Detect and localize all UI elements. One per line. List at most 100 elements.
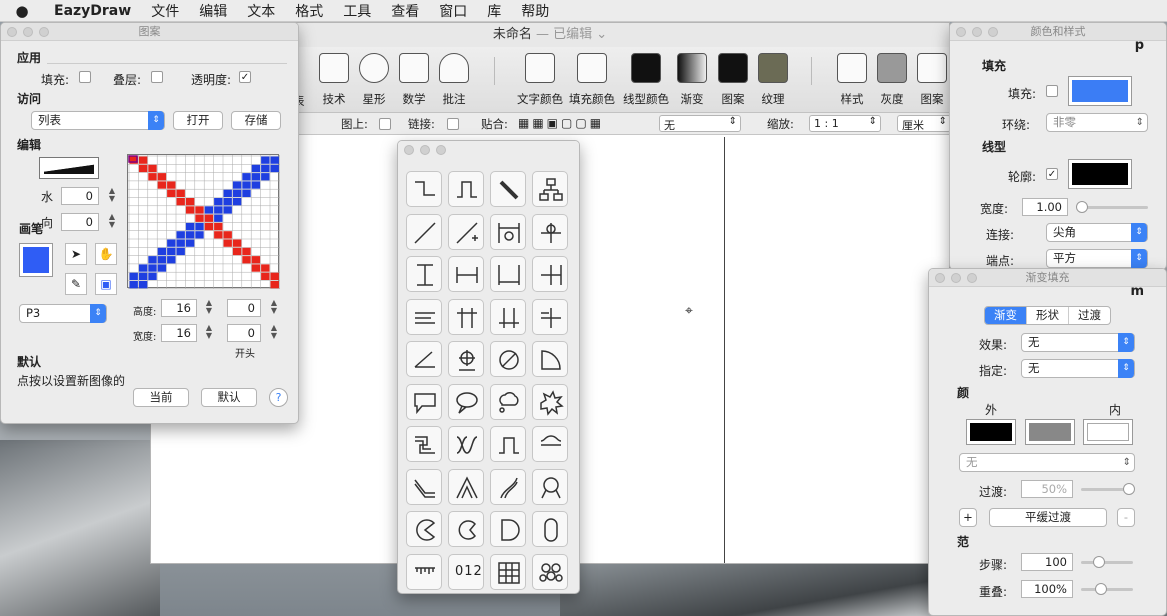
menu-view[interactable]: 查看 <box>381 1 429 21</box>
tool-fill-color[interactable]: 填充颜色 <box>561 53 623 107</box>
fill-checkbox[interactable] <box>1046 85 1058 97</box>
shape-dimension-horizontal-icon[interactable] <box>448 256 484 292</box>
height-offset-stepper[interactable]: ▲ ▼ <box>269 299 279 317</box>
pencil-tool-icon[interactable]: ✎ <box>65 273 87 295</box>
cap-select[interactable]: 平方 ⇕ <box>1046 249 1148 268</box>
colorspace-select[interactable]: P3 ⇕ <box>19 304 107 323</box>
tool-texture[interactable]: 纹理 <box>742 53 804 107</box>
fill-checkbox[interactable] <box>79 71 91 83</box>
current-button[interactable]: 当前 <box>133 388 189 407</box>
shape-pipe-corner-icon[interactable] <box>448 468 484 505</box>
height-stepper[interactable]: ▲ ▼ <box>204 299 214 317</box>
width-slider[interactable] <box>1076 201 1148 213</box>
stroke-checkbox[interactable]: ✓ <box>1046 168 1058 180</box>
middle-color-swatch[interactable] <box>1025 419 1075 445</box>
shape-burst-bubble-icon[interactable] <box>532 383 568 420</box>
line-preview[interactable] <box>39 157 99 179</box>
shape-half-circle-cut-icon[interactable] <box>448 511 484 547</box>
default-button[interactable]: 默认 <box>201 388 257 407</box>
tab-transition[interactable]: 过渡 <box>1069 307 1110 324</box>
shape-dimension-cross-icon[interactable] <box>532 298 568 335</box>
shape-dimension-bracket-icon[interactable] <box>490 256 526 292</box>
water-field[interactable]: 0 <box>61 187 99 205</box>
save-button[interactable]: 存储 <box>231 111 281 130</box>
shape-pipe-bridge-icon[interactable] <box>532 426 568 462</box>
shape-dimension-left-cross-icon[interactable] <box>406 298 442 335</box>
list-select[interactable]: 列表 ⇕ <box>31 111 165 130</box>
shape-thought-bubble-icon[interactable] <box>490 383 526 420</box>
height-field[interactable]: 16 <box>161 299 197 317</box>
add-stop-button[interactable]: + <box>959 508 977 527</box>
unit-select[interactable]: 厘米 <box>897 115 951 132</box>
menu-tools[interactable]: 工具 <box>333 1 381 21</box>
shape-dimension-right-icon[interactable] <box>532 256 568 292</box>
remove-stop-button[interactable]: - <box>1117 508 1135 527</box>
menu-edit[interactable]: 编辑 <box>189 1 237 21</box>
stroke-color-swatch[interactable] <box>1068 159 1132 189</box>
steps-field[interactable]: 100 <box>1021 553 1073 571</box>
shape-pipe-bend-icon[interactable] <box>406 468 442 505</box>
menu-library[interactable]: 库 <box>477 1 511 21</box>
shape-pipe-arch-icon[interactable] <box>490 426 526 462</box>
shape-diagonal-line-plus-icon[interactable] <box>448 213 484 250</box>
snap-select[interactable]: 无 <box>659 115 741 132</box>
link-checkbox[interactable] <box>447 117 459 130</box>
shape-ruler-icon[interactable] <box>406 553 442 590</box>
apple-menu-icon[interactable]: ● <box>0 2 44 20</box>
help-button[interactable]: ? <box>269 388 288 407</box>
join-select[interactable]: 尖角 ⇕ <box>1046 223 1148 242</box>
shape-angle-measure-icon[interactable] <box>406 341 442 377</box>
shape-hex-grid-icon[interactable] <box>532 553 568 590</box>
fill-color-swatch[interactable] <box>1068 76 1132 106</box>
water-stepper[interactable]: ▲ ▼ <box>107 187 117 205</box>
direction-field[interactable]: 0 <box>61 213 99 231</box>
shape-radius-measure-icon[interactable] <box>532 341 568 377</box>
pattern-pixel-grid[interactable] <box>127 154 280 289</box>
shape-flowchart-tree-icon[interactable] <box>532 171 568 207</box>
arrow-tool-icon[interactable]: ➤ <box>65 243 87 265</box>
shape-pipe-zigzag-icon[interactable] <box>406 426 442 462</box>
shape-diagonal-line-icon[interactable] <box>406 213 442 250</box>
shape-dimension-double-icon[interactable] <box>490 298 526 335</box>
none-select[interactable]: 无 ⇕ <box>959 453 1135 472</box>
repeat-field[interactable]: 100% <box>1021 580 1073 598</box>
width-field[interactable]: 1.00 <box>1022 198 1068 216</box>
edited-label[interactable]: — 已编辑 <box>536 27 592 42</box>
shape-dimension-center-icon[interactable] <box>448 298 484 335</box>
shape-pipe-knot-icon[interactable] <box>532 468 568 505</box>
shape-d-shape-icon[interactable] <box>490 511 526 547</box>
menu-window[interactable]: 窗口 <box>429 1 477 21</box>
width-stepper[interactable]: ▲ ▼ <box>204 324 214 342</box>
assign-select[interactable]: 无 ⇕ <box>1021 359 1135 378</box>
shape-dimension-rotate-2-icon[interactable] <box>532 213 568 250</box>
shape-diameter-measure-icon[interactable] <box>490 341 526 377</box>
shape-dimension-vertical-icon[interactable] <box>406 256 442 292</box>
shape-speech-bubble-oval-icon[interactable] <box>448 383 484 420</box>
shape-capsule-shape-icon[interactable] <box>532 511 568 547</box>
snap-icons[interactable]: ▦▦▣▢▢▦ <box>518 116 604 130</box>
shape-pipe-curve-icon[interactable] <box>490 468 526 505</box>
width-offset-field[interactable]: 0 <box>227 324 261 342</box>
shape-pacman-shape-icon[interactable] <box>406 511 442 547</box>
shape-dimension-rotate-icon[interactable] <box>490 213 526 250</box>
transition-field[interactable]: 50% <box>1021 480 1073 498</box>
width-offset-stepper[interactable]: ▲ ▼ <box>269 324 279 342</box>
hand-tool-icon[interactable]: ✋ <box>95 243 117 265</box>
menu-help[interactable]: 帮助 <box>511 1 559 21</box>
open-button[interactable]: 打开 <box>173 111 223 130</box>
app-menu[interactable]: EazyDraw <box>44 3 141 19</box>
shape-crosshair-measure-icon[interactable] <box>448 341 484 377</box>
smooth-transition-button[interactable]: 平缓过渡 <box>989 508 1107 527</box>
repeat-slider[interactable] <box>1081 583 1133 595</box>
tab-gradient[interactable]: 渐变 <box>985 307 1027 324</box>
transition-slider[interactable] <box>1081 483 1135 495</box>
transparency-checkbox[interactable]: ✓ <box>239 71 251 83</box>
shape-step-line-icon[interactable] <box>406 171 442 207</box>
effect-select[interactable]: 无 ⇕ <box>1021 333 1135 352</box>
steps-slider[interactable] <box>1081 556 1133 568</box>
pen-color-swatch[interactable] <box>19 243 53 277</box>
shape-speech-bubble-icon[interactable] <box>406 383 442 420</box>
menu-text[interactable]: 文本 <box>237 1 285 21</box>
shape-square-grid-icon[interactable] <box>490 553 526 590</box>
shape-link-line-icon[interactable] <box>490 171 526 207</box>
